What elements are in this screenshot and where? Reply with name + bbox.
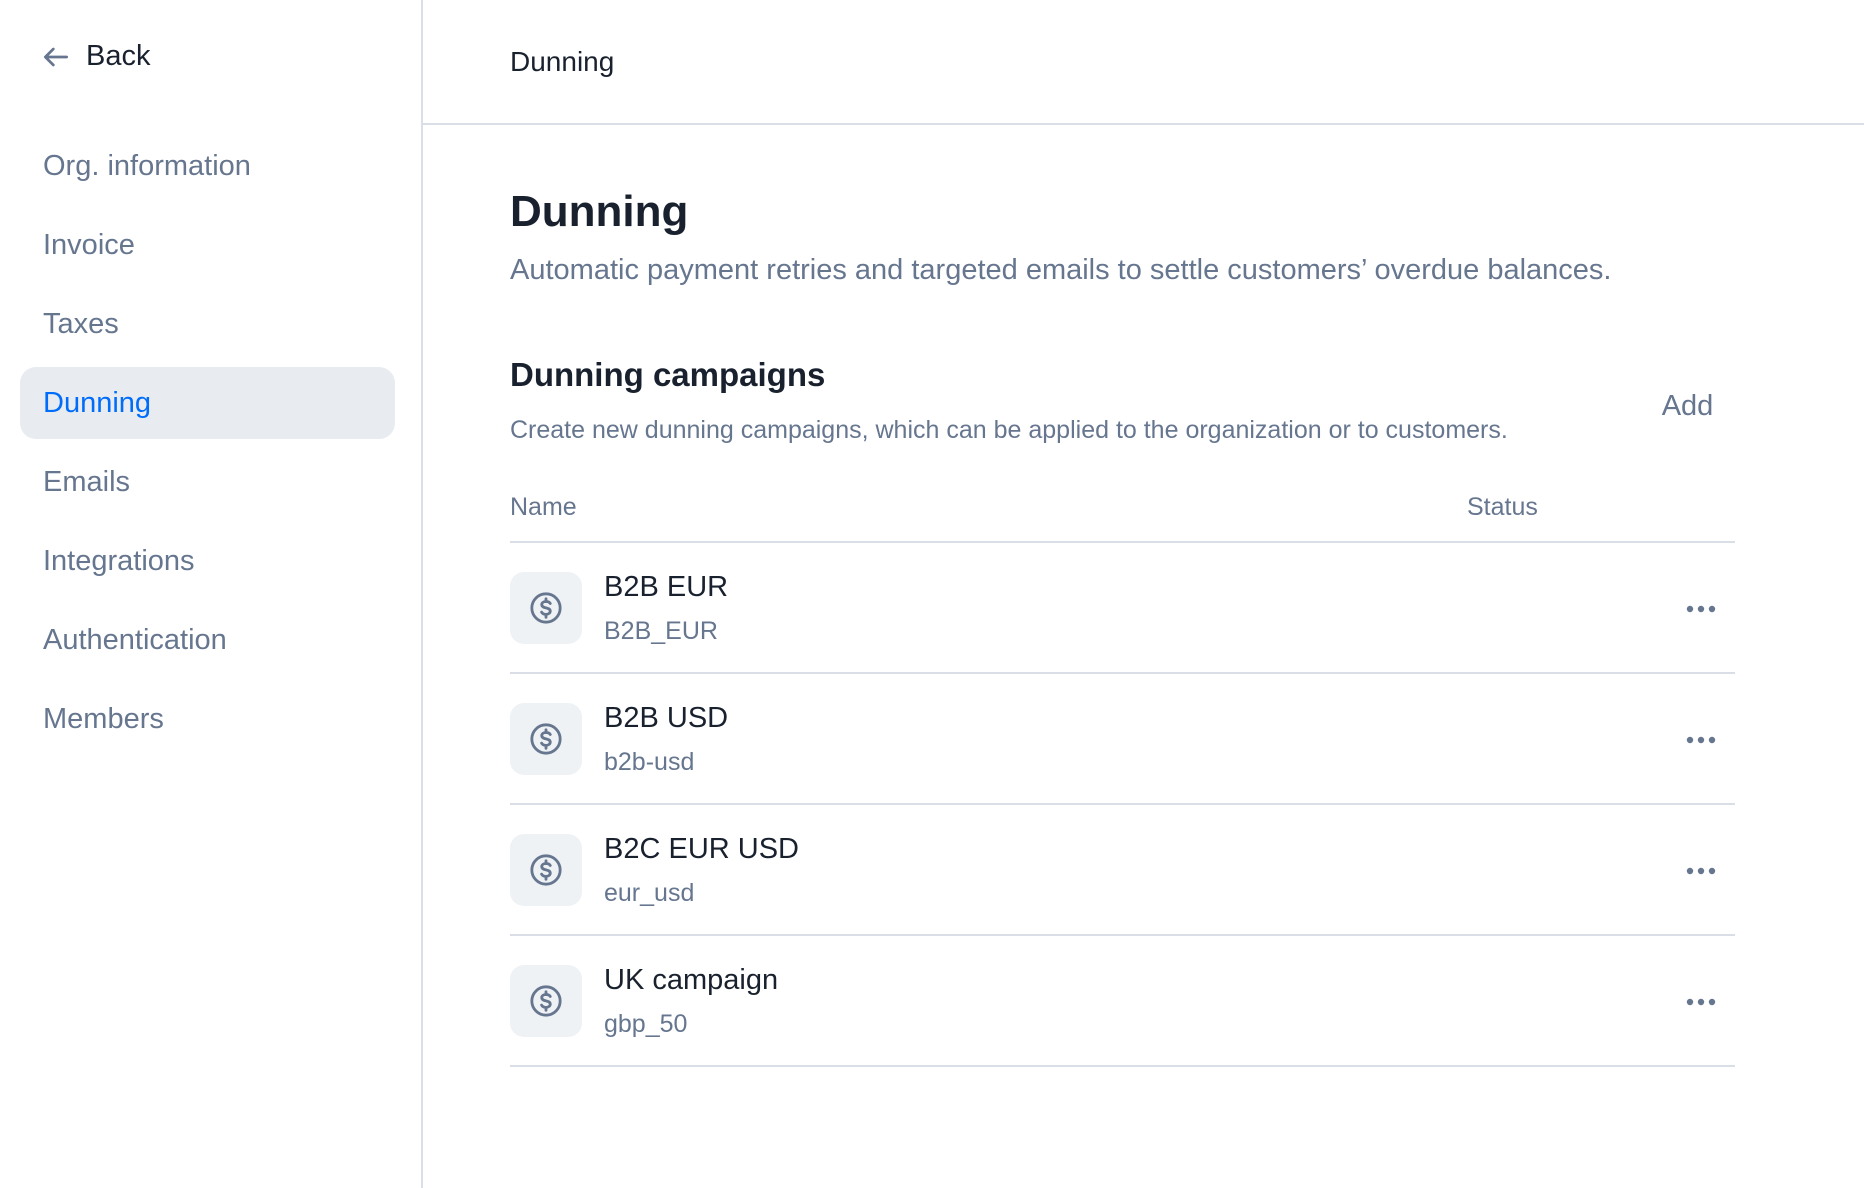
table-row[interactable]: B2B EUR B2B_EUR — [510, 543, 1735, 674]
dollar-circle-icon — [510, 572, 582, 644]
sidebar-item-authentication[interactable]: Authentication — [20, 604, 395, 676]
dollar-circle-icon — [510, 703, 582, 775]
page-subtitle: Automatic payment retries and targeted e… — [510, 254, 1612, 286]
table-header: Name Status — [510, 483, 1735, 543]
dollar-circle-icon — [510, 834, 582, 906]
add-campaign-button[interactable]: Add — [1640, 379, 1735, 433]
campaign-name: UK campaign — [604, 964, 779, 996]
table-row[interactable]: B2B USD b2b-usd — [510, 674, 1735, 805]
page-content: Dunning Automatic payment retries and ta… — [510, 185, 1735, 1067]
campaign-name: B2B USD — [604, 702, 729, 734]
campaigns-section-header: Dunning campaigns Create new dunning cam… — [510, 355, 1735, 475]
more-actions-button[interactable] — [1677, 716, 1725, 764]
app: Back Org. information Invoice Taxes Dunn… — [0, 0, 1864, 1188]
column-header-name: Name — [510, 493, 577, 521]
campaign-name: B2C EUR USD — [604, 833, 799, 865]
sidebar-item-org-information[interactable]: Org. information — [20, 130, 395, 202]
arrow-left-icon — [44, 47, 68, 66]
more-actions-button[interactable] — [1677, 847, 1725, 895]
header-title: Dunning — [510, 45, 615, 77]
table-row[interactable]: UK campaign gbp_50 — [510, 936, 1735, 1067]
sidebar-item-emails[interactable]: Emails — [20, 446, 395, 518]
main-panel: Dunning Dunning Automatic payment retrie… — [423, 0, 1864, 1188]
more-actions-button[interactable] — [1677, 585, 1725, 633]
more-horizontal-icon — [1686, 998, 1716, 1006]
sidebar-item-integrations[interactable]: Integrations — [20, 525, 395, 597]
campaign-code: B2B_EUR — [604, 617, 718, 645]
campaign-name: B2B EUR — [604, 571, 729, 603]
more-horizontal-icon — [1686, 867, 1716, 875]
sidebar-item-taxes[interactable]: Taxes — [20, 288, 395, 360]
back-label: Back — [86, 40, 151, 72]
campaign-code: b2b-usd — [604, 748, 695, 776]
section-subtitle: Create new dunning campaigns, which can … — [510, 416, 1508, 444]
table-row[interactable]: B2C EUR USD eur_usd — [510, 805, 1735, 936]
back-button[interactable]: Back — [40, 40, 150, 73]
settings-sidebar: Back Org. information Invoice Taxes Dunn… — [0, 0, 423, 1188]
more-horizontal-icon — [1686, 605, 1716, 613]
top-bar: Dunning — [423, 0, 1864, 125]
sidebar-item-invoice[interactable]: Invoice — [20, 209, 395, 281]
sidebar-item-members[interactable]: Members — [20, 683, 395, 755]
page-title: Dunning — [510, 187, 689, 236]
column-header-status: Status — [1467, 493, 1538, 521]
settings-nav: Org. information Invoice Taxes Dunning E… — [20, 130, 395, 762]
more-actions-button[interactable] — [1677, 978, 1725, 1026]
campaign-code: gbp_50 — [604, 1010, 688, 1038]
campaigns-table: Name Status B2B EUR B2B_EUR B2B USD b2b-… — [510, 483, 1735, 1067]
section-title: Dunning campaigns — [510, 356, 826, 393]
more-horizontal-icon — [1686, 736, 1716, 744]
sidebar-item-dunning[interactable]: Dunning — [20, 367, 395, 439]
dollar-circle-icon — [510, 965, 582, 1037]
campaign-code: eur_usd — [604, 879, 695, 907]
